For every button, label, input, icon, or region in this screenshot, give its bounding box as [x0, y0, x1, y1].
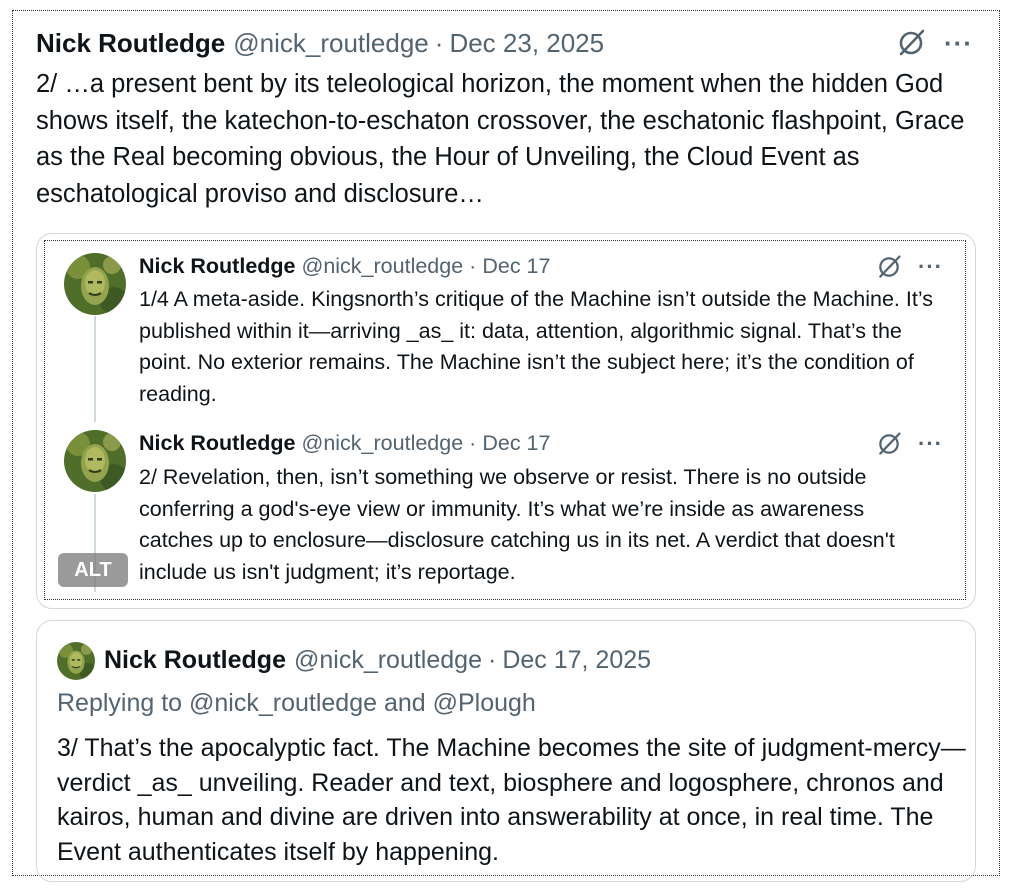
- post-date: Dec 17, 2025: [502, 646, 652, 674]
- author-handle[interactable]: @nick_routledge: [233, 28, 429, 59]
- quoted-post-actions: ···: [876, 254, 943, 280]
- replying-to-line: Replying to @nick_routledge and @Plough: [57, 689, 536, 717]
- more-options-icon: ···: [918, 431, 943, 456]
- quoted-post-text: 1/4 A meta-aside. Kingsnorth’s critique …: [139, 287, 933, 406]
- author-handle: @nick_routledge: [301, 254, 464, 278]
- avatar[interactable]: [64, 430, 126, 492]
- quoted-post-actions: ···: [876, 431, 943, 457]
- post-date: Dec 17: [482, 431, 551, 455]
- thread-connector-line: [94, 316, 96, 422]
- separator: ·: [469, 431, 477, 455]
- separator: ·: [469, 254, 477, 278]
- author-name: Nick Routledge: [139, 431, 296, 455]
- author-name: Nick Routledge: [139, 254, 296, 278]
- more-options-icon: ···: [918, 254, 943, 279]
- main-tweet-actions: ···: [896, 28, 973, 58]
- avatar[interactable]: [64, 253, 126, 315]
- more-options-icon[interactable]: ···: [944, 30, 973, 56]
- separator: ·: [487, 646, 497, 674]
- quoted-post-header: Nick Routledge @nick_routledge · Dec 17: [139, 431, 550, 456]
- main-tweet-text: 2/ …a present bent by its teleological h…: [36, 70, 965, 208]
- separator: ·: [434, 28, 444, 58]
- author-handle: @nick_routledge: [301, 431, 464, 455]
- author-handle: @nick_routledge: [293, 646, 482, 674]
- author-name[interactable]: Nick Routledge: [36, 28, 225, 59]
- alt-text-badge[interactable]: ALT: [58, 553, 128, 587]
- grok-icon: [876, 431, 902, 457]
- quote-tweet-text: 3/ That’s the apocalyptic fact. The Mach…: [57, 734, 966, 866]
- quoted-post-text: 2/ Revelation, then, isn’t something we …: [139, 465, 895, 584]
- author-name: Nick Routledge: [104, 646, 286, 674]
- quote-tweet-header: Nick Routledge @nick_routledge · Dec 17,…: [104, 646, 651, 675]
- grok-icon: [876, 254, 902, 280]
- quoted-post-header: Nick Routledge @nick_routledge · Dec 17: [139, 254, 550, 279]
- grok-icon[interactable]: [896, 28, 926, 58]
- main-tweet-header: Nick Routledge @nick_routledge · Dec 23,…: [36, 28, 604, 62]
- post-date[interactable]: Dec 23, 2025: [449, 28, 604, 59]
- avatar[interactable]: [57, 642, 95, 680]
- post-date: Dec 17: [482, 254, 551, 278]
